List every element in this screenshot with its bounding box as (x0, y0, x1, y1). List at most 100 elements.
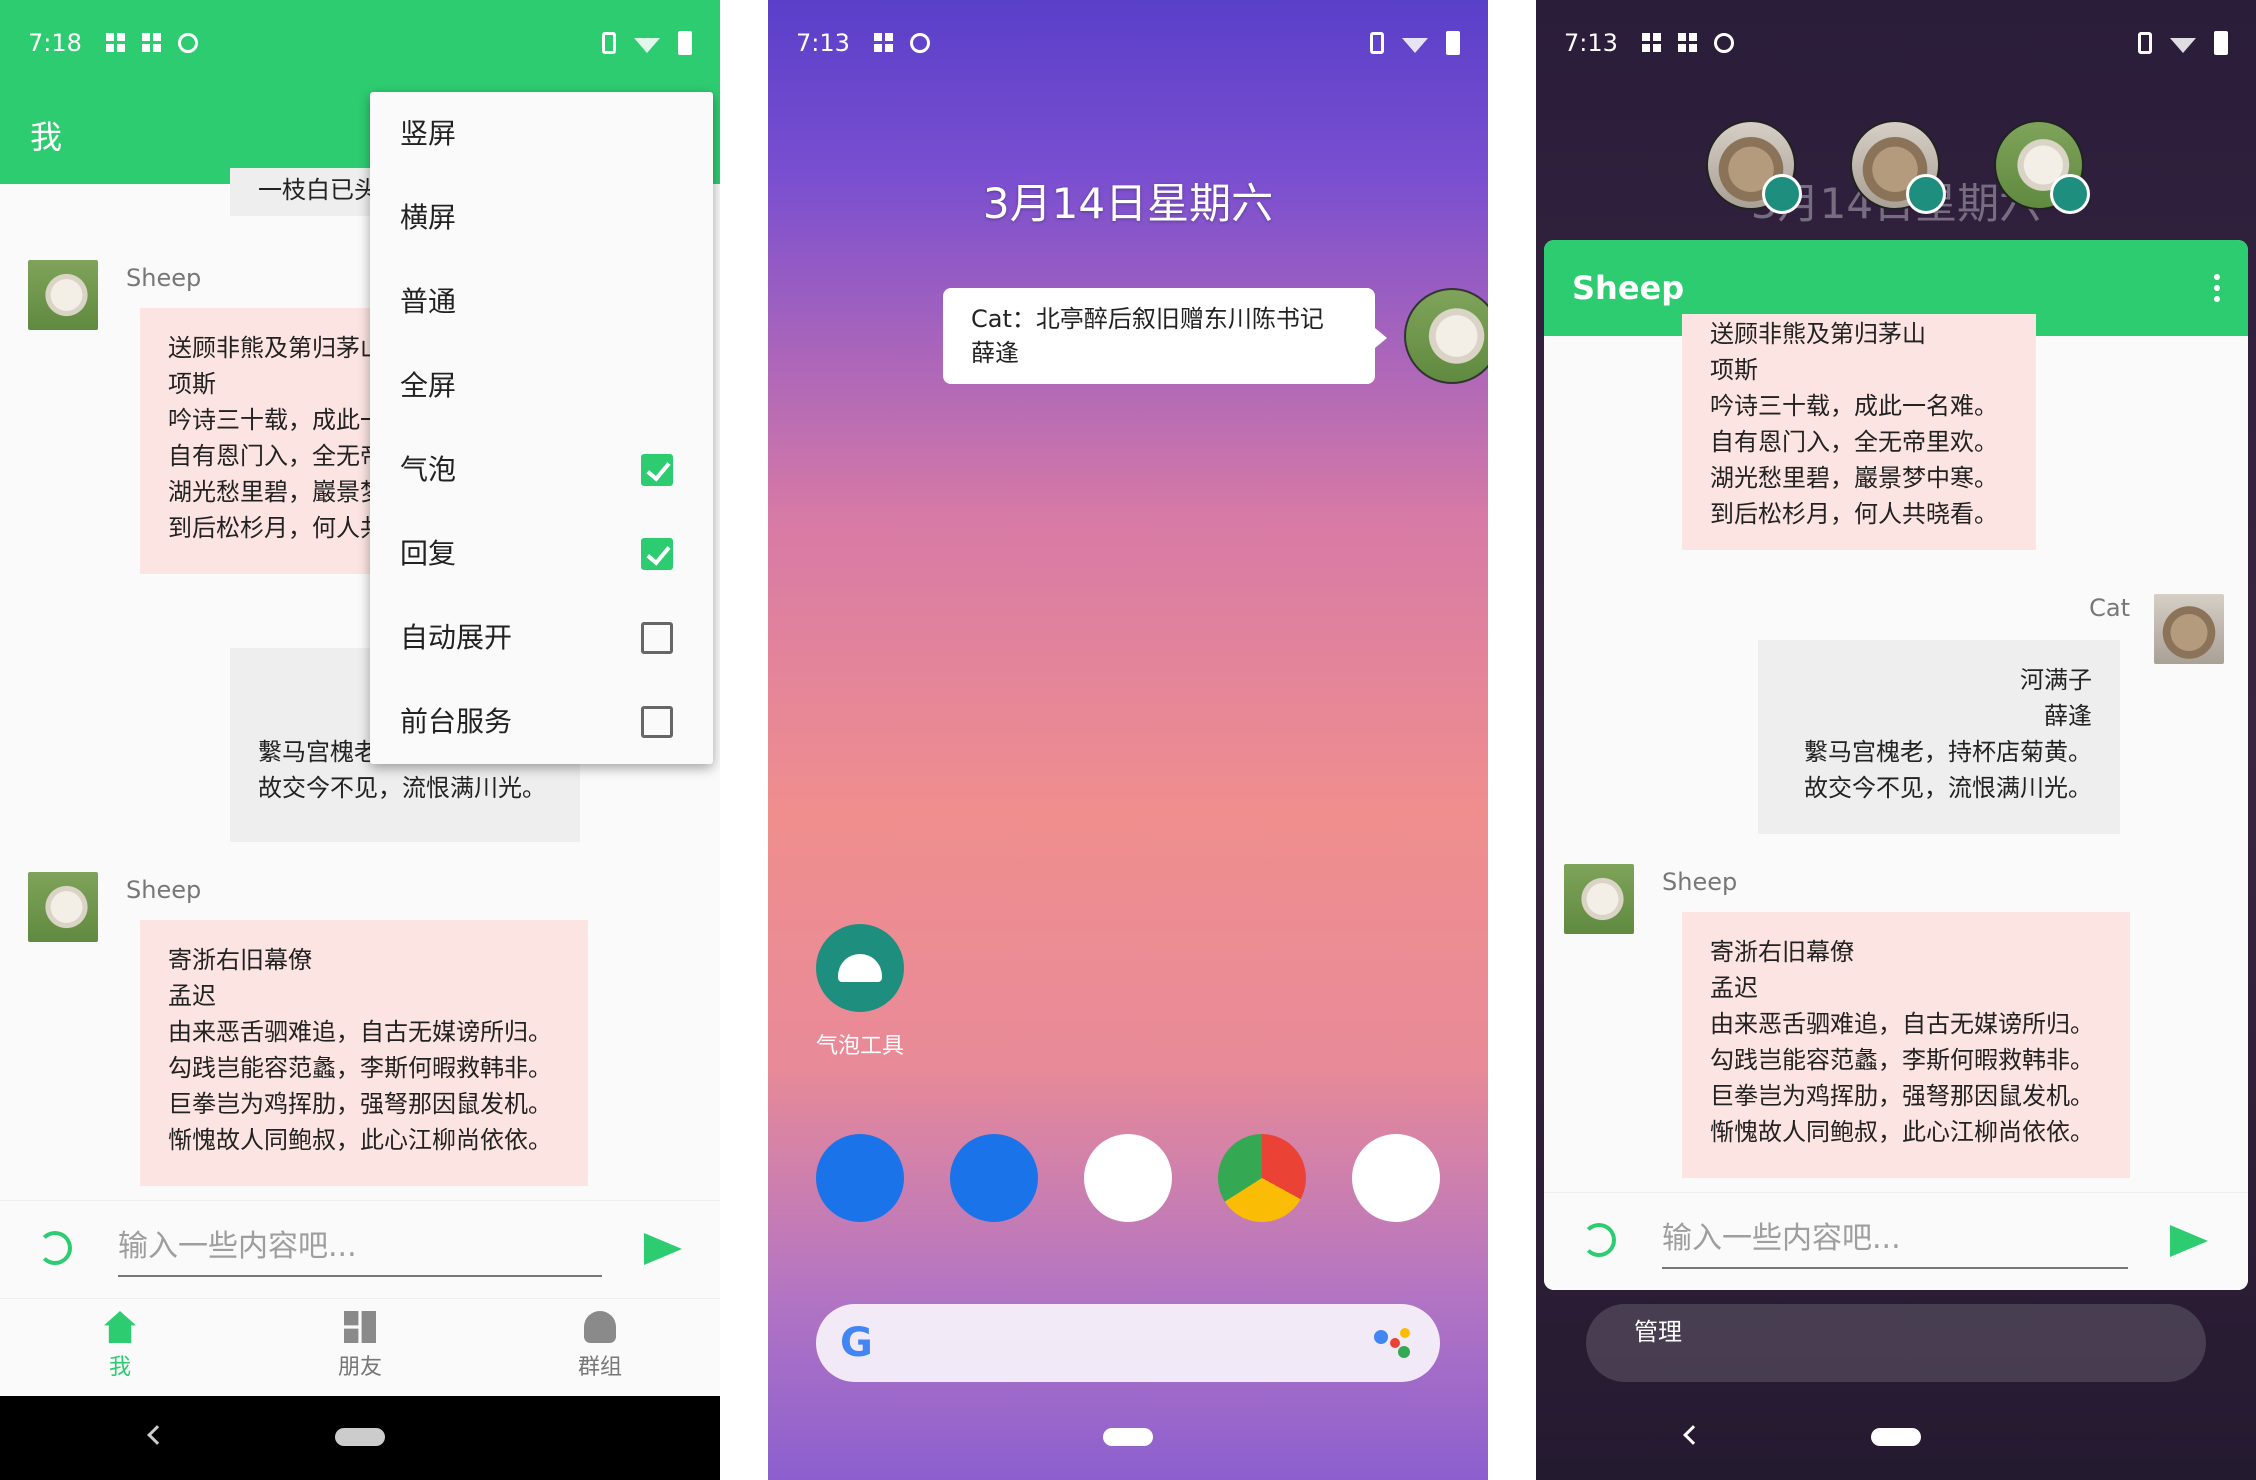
menu-item-label: 竖屏 (400, 117, 457, 150)
page-title: 我 (30, 118, 63, 156)
checkbox[interactable] (641, 454, 673, 486)
message-bubble: 河满子 薛逢 繫马宫槐老，持杯店菊黄。 故交今不见，流恨满川光。 (1758, 640, 2120, 834)
chat-bubble-head[interactable] (1404, 288, 1488, 384)
android-badge-icon (1906, 174, 1946, 214)
nav-label: 我 (108, 1355, 131, 1380)
status-bar: 7:13 (768, 0, 1488, 86)
vibrate-icon (1370, 32, 1384, 54)
bottom-navigation: 我 朋友 群组 (0, 1298, 720, 1396)
android-badge-icon (2050, 174, 2090, 214)
google-logo: G (840, 1320, 873, 1366)
dock (816, 1134, 1440, 1222)
menu-item-reply[interactable]: 回复 (370, 512, 713, 596)
back-icon[interactable] (1683, 1425, 1703, 1445)
app-grid-icon (141, 33, 162, 53)
bubble-title: Sheep (1572, 269, 1685, 307)
status-time: 7:18 (28, 29, 82, 57)
checkbox[interactable] (641, 622, 673, 654)
menu-item-label: 横屏 (400, 201, 457, 234)
status-bar: 7:18 (0, 0, 720, 86)
menu-item-label: 前台服务 (400, 705, 513, 738)
notification-text: Cat：北亭醉后叙旧赠东川陈书记 薛逢 (971, 305, 1324, 367)
wifi-icon (2170, 38, 2196, 53)
nav-label: 朋友 (337, 1355, 382, 1380)
wifi-icon (634, 38, 660, 53)
status-bar: 7:13 (1536, 0, 2256, 86)
avatar[interactable] (2154, 594, 2224, 664)
battery-icon (2214, 31, 2228, 55)
menu-item-label: 全屏 (400, 369, 457, 402)
dashboard-icon (344, 1311, 376, 1343)
vibrate-icon (602, 32, 616, 54)
menu-item-foreground-service[interactable]: 前台服务 (370, 680, 713, 764)
sender-name: Sheep (1662, 868, 1738, 896)
sender-name: Cat (2089, 594, 2130, 622)
app-label: 气泡工具 (815, 1034, 904, 1059)
home-icon (104, 1311, 136, 1343)
battery-icon (678, 31, 692, 55)
send-icon[interactable] (644, 1233, 682, 1265)
menu-item-bubble[interactable]: 气泡 (370, 428, 713, 512)
back-icon[interactable] (147, 1425, 167, 1445)
messages-icon[interactable] (950, 1134, 1038, 1222)
avatar[interactable] (1564, 864, 1634, 934)
google-search-bar[interactable]: G (816, 1304, 1440, 1382)
phone-screen-2: 7:13 3月14日星期六 Cat：北亭醉后叙旧赠东川陈书记 薛逢 气泡工具 G (768, 0, 1488, 1480)
refresh-icon[interactable] (38, 1231, 72, 1265)
message-input[interactable]: 输入一些内容吧... (118, 1217, 602, 1277)
app-grid-icon (873, 33, 894, 53)
sync-icon (1713, 33, 1734, 53)
chrome-icon[interactable] (1218, 1134, 1306, 1222)
avatar[interactable] (28, 260, 98, 330)
menu-item-fullscreen[interactable]: 全屏 (370, 344, 713, 428)
menu-item-portrait[interactable]: 竖屏 (370, 92, 713, 176)
nav-label: 群组 (577, 1355, 622, 1380)
system-navigation-bar (1536, 1396, 2256, 1480)
battery-icon (1446, 31, 1460, 55)
send-icon[interactable] (2170, 1225, 2208, 1257)
camera-icon[interactable] (1352, 1134, 1440, 1222)
bell-icon (584, 1311, 616, 1343)
sender-name: Sheep (126, 876, 202, 904)
bubble-tool-app-icon[interactable] (816, 924, 904, 1012)
message-bubble: 送顾非熊及第归茅山 项斯 吟诗三十载，成此一名难。 自有恩门入，全无帝里欢。 湖… (1682, 314, 2036, 550)
message-bubble: 寄浙右旧幕僚 孟迟 由来恶舌驷难追，自古无媒谤所归。 勾践岂能容范蠡，李斯何暇救… (140, 920, 588, 1186)
wifi-icon (1402, 38, 1428, 53)
app-grid-icon (1641, 33, 1662, 53)
message-input[interactable]: 输入一些内容吧... (1662, 1209, 2128, 1269)
app-grid-icon (1677, 33, 1698, 53)
manage-bubbles-button[interactable]: 管理 (1586, 1304, 2206, 1382)
sync-icon (909, 33, 930, 53)
system-navigation-bar (768, 1396, 1488, 1480)
bubble-notification[interactable]: Cat：北亭醉后叙旧赠东川陈书记 薛逢 (943, 288, 1387, 384)
nav-item-me[interactable]: 我 (0, 1299, 240, 1396)
message-bubble: 寄浙右旧幕僚 孟迟 由来恶舌驷难追，自古无媒谤所归。 勾践岂能容范蠡，李斯何暇救… (1682, 912, 2130, 1178)
checkbox[interactable] (641, 538, 673, 570)
app-grid-icon (105, 33, 126, 53)
refresh-icon[interactable] (1582, 1223, 1616, 1257)
avatar[interactable] (28, 872, 98, 942)
home-pill[interactable] (335, 1428, 385, 1446)
compose-bar: 输入一些内容吧... (1544, 1192, 2248, 1290)
assistant-icon[interactable] (1374, 1326, 1414, 1360)
menu-item-normal[interactable]: 普通 (370, 260, 713, 344)
nav-item-friends[interactable]: 朋友 (240, 1299, 480, 1396)
phone-screen-3: 7:13 3月14日星期六 Sheep 送顾非熊及第归茅山 项斯 吟诗三十载，成… (1536, 0, 2256, 1480)
vibrate-icon (2138, 32, 2152, 54)
home-pill[interactable] (1103, 1428, 1153, 1446)
expanded-bubble: Sheep 送顾非熊及第归茅山 项斯 吟诗三十载，成此一名难。 自有恩门入，全无… (1544, 240, 2248, 1290)
play-store-icon[interactable] (1084, 1134, 1172, 1222)
home-date: 3月14日星期六 (982, 179, 1274, 228)
status-time: 7:13 (796, 29, 850, 57)
android-badge-icon (1762, 174, 1802, 214)
checkbox[interactable] (641, 706, 673, 738)
more-options-icon[interactable] (2214, 274, 2220, 302)
home-pill[interactable] (1871, 1428, 1921, 1446)
menu-item-auto-expand[interactable]: 自动展开 (370, 596, 713, 680)
menu-item-landscape[interactable]: 横屏 (370, 176, 713, 260)
phone-icon[interactable] (816, 1134, 904, 1222)
compose-bar: 输入一些内容吧... (0, 1200, 720, 1298)
manage-label: 管理 (1634, 1318, 1682, 1346)
nav-item-groups[interactable]: 群组 (480, 1299, 720, 1396)
menu-item-label: 自动展开 (400, 621, 513, 654)
